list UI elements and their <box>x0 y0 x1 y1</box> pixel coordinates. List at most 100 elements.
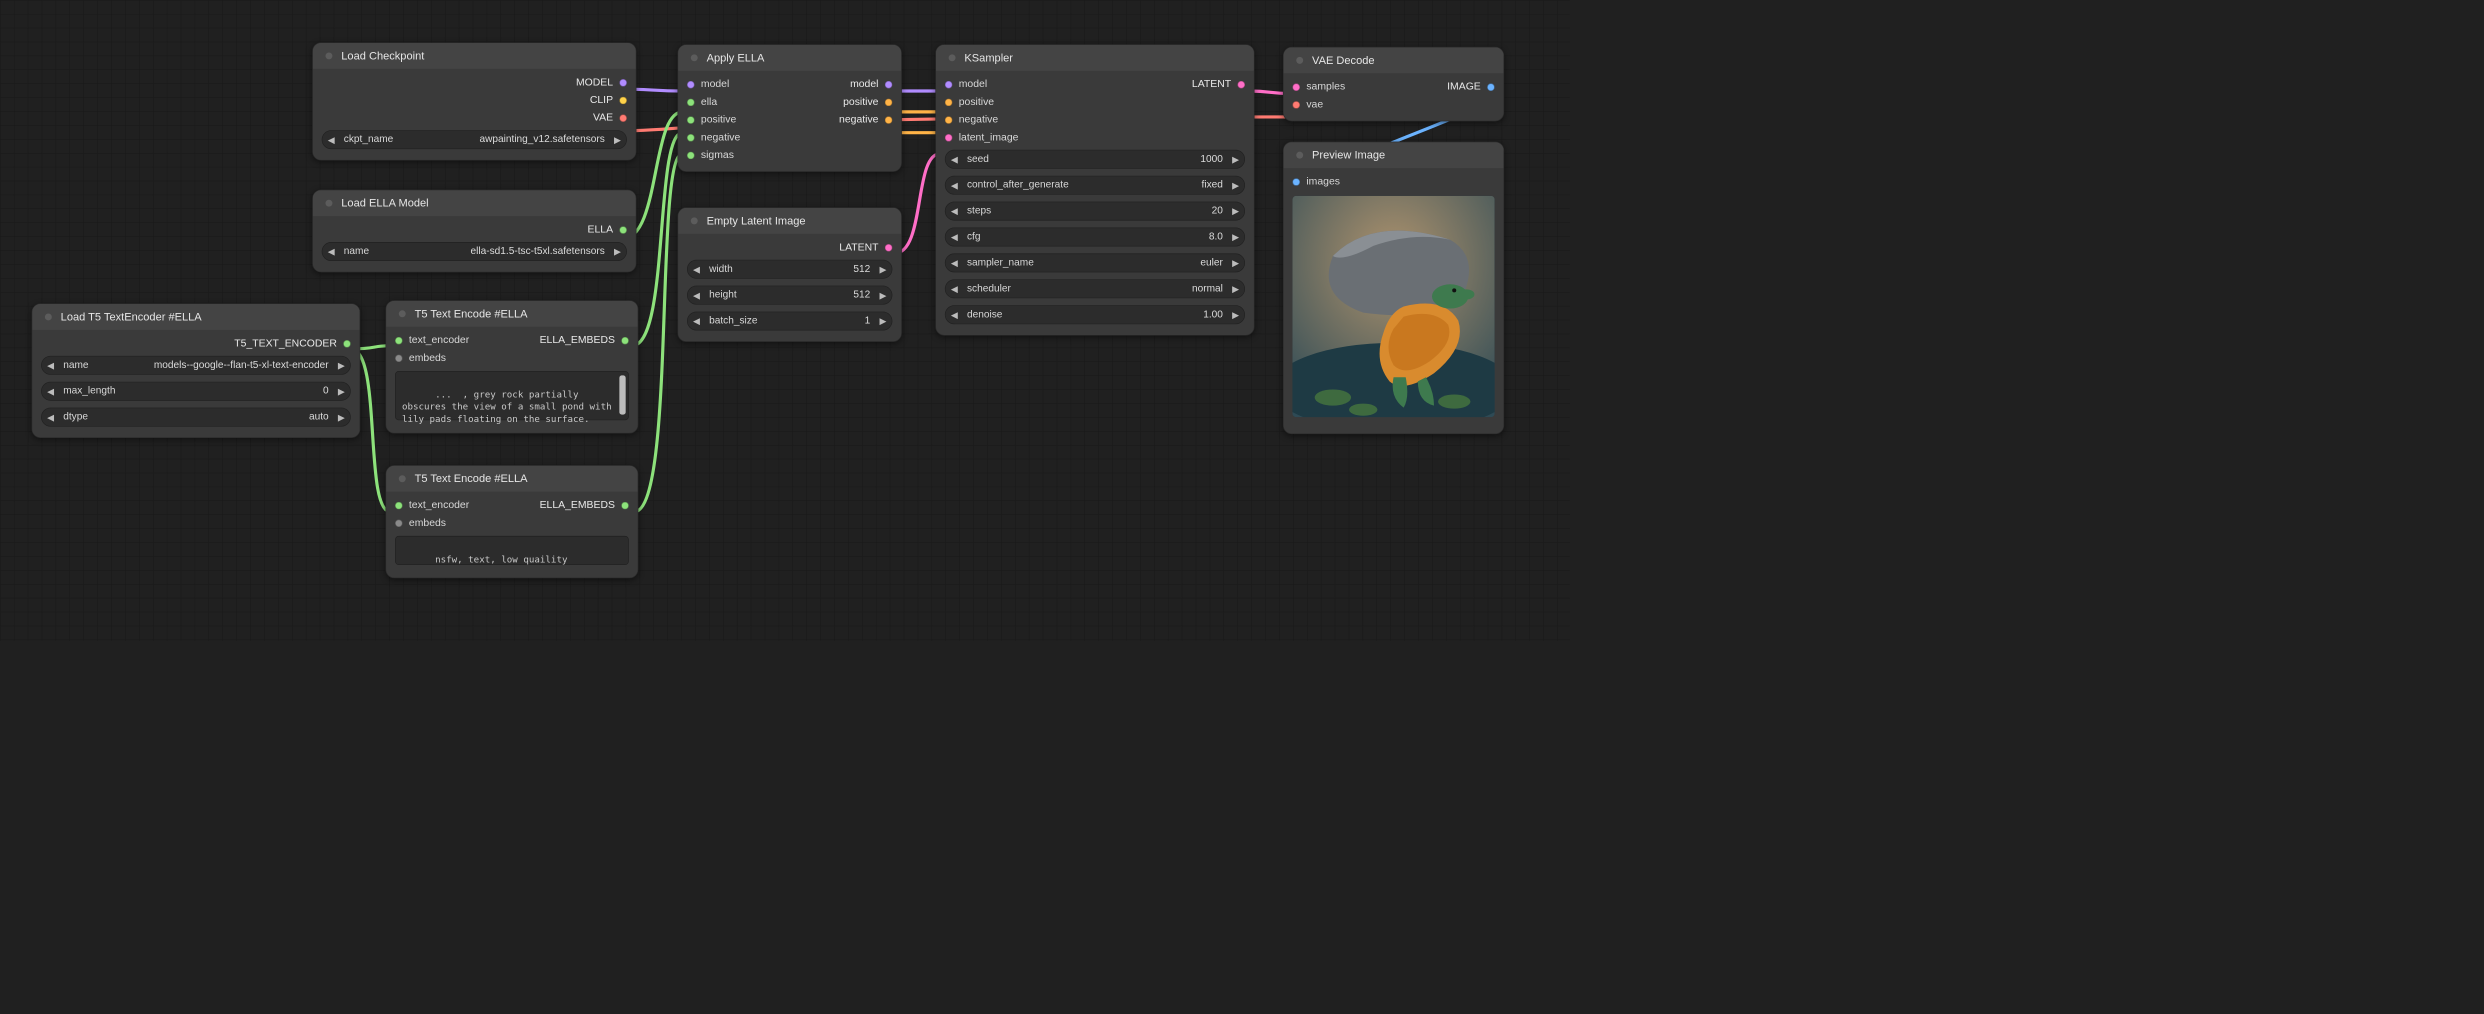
port-positive-out[interactable] <box>885 98 893 106</box>
port-vae-out[interactable] <box>619 114 627 122</box>
arrow-right-icon[interactable]: ▶ <box>1227 180 1245 191</box>
node-vae-decode[interactable]: VAE Decode samples IMAGE vae <box>1283 47 1504 122</box>
port-images-in[interactable] <box>1292 178 1300 186</box>
widget-control-after-generate[interactable]: ◀control_after_generatefixed▶ <box>945 176 1245 195</box>
node-load-ella[interactable]: Load ELLA Model ELLA ◀ name ella-sd1.5-t… <box>312 190 636 273</box>
widget-height[interactable]: ◀height512▶ <box>687 286 892 305</box>
node-apply-ella[interactable]: Apply ELLA model model ella positive pos… <box>678 44 902 172</box>
arrow-left-icon[interactable]: ◀ <box>688 264 706 275</box>
widget-seed[interactable]: ◀seed1000▶ <box>945 150 1245 169</box>
port-positive-in[interactable] <box>687 116 695 124</box>
arrow-left-icon[interactable]: ◀ <box>945 258 963 269</box>
port-embeds-in[interactable] <box>395 519 403 527</box>
arrow-right-icon[interactable]: ▶ <box>874 316 892 327</box>
arrow-right-icon[interactable]: ▶ <box>874 264 892 275</box>
node-t5-encode-negative[interactable]: T5 Text Encode #ELLA text_encoder ELLA_E… <box>386 465 639 578</box>
arrow-left-icon[interactable]: ◀ <box>688 290 706 301</box>
arrow-right-icon[interactable]: ▶ <box>1227 309 1245 320</box>
port-positive-in[interactable] <box>945 98 953 106</box>
node-header[interactable]: Load ELLA Model <box>313 190 636 216</box>
arrow-right-icon[interactable]: ▶ <box>609 246 627 257</box>
port-ella-out[interactable] <box>619 226 627 234</box>
widget-sampler-name[interactable]: ◀sampler_nameeuler▶ <box>945 253 1245 272</box>
widget-batch-size[interactable]: ◀batch_size1▶ <box>687 312 892 331</box>
node-header[interactable]: Preview Image <box>1284 142 1504 168</box>
node-load-t5[interactable]: Load T5 TextEncoder #ELLA T5_TEXT_ENCODE… <box>32 303 361 438</box>
node-graph-canvas[interactable]: Load Checkpoint MODEL CLIP VAE ◀ ckpt_na… <box>0 0 1570 641</box>
arrow-left-icon[interactable]: ◀ <box>945 283 963 294</box>
node-load-checkpoint[interactable]: Load Checkpoint MODEL CLIP VAE ◀ ckpt_na… <box>312 42 636 160</box>
node-header[interactable]: T5 Text Encode #ELLA <box>386 301 638 327</box>
node-header[interactable]: Load Checkpoint <box>313 43 636 69</box>
arrow-right-icon[interactable]: ▶ <box>1227 232 1245 243</box>
node-title: Load ELLA Model <box>341 197 428 210</box>
port-negative-in[interactable] <box>945 116 953 124</box>
widget-max-length[interactable]: ◀ max_length 0 ▶ <box>41 382 351 401</box>
node-ksampler[interactable]: KSampler model LATENT positive negative … <box>935 44 1254 335</box>
port-latent-out[interactable] <box>885 244 893 252</box>
port-vae-in[interactable] <box>1292 101 1300 109</box>
widget-denoise[interactable]: ◀denoise1.00▶ <box>945 305 1245 324</box>
arrow-left-icon[interactable]: ◀ <box>945 180 963 191</box>
port-embeds-in[interactable] <box>395 354 403 362</box>
port-samples-in[interactable] <box>1292 83 1300 91</box>
port-ella-embeds-out[interactable] <box>621 337 629 345</box>
port-model-out[interactable] <box>619 79 627 87</box>
node-header[interactable]: T5 Text Encode #ELLA <box>386 466 638 492</box>
arrow-right-icon[interactable]: ▶ <box>332 386 350 397</box>
port-latent-out[interactable] <box>1237 81 1245 89</box>
node-title: Apply ELLA <box>707 51 765 64</box>
arrow-left-icon[interactable]: ◀ <box>945 309 963 320</box>
port-clip-out[interactable] <box>619 96 627 104</box>
prompt-textarea[interactable]: ... , grey rock partially obscures the v… <box>395 371 629 420</box>
node-header[interactable]: KSampler <box>936 45 1254 71</box>
arrow-left-icon[interactable]: ◀ <box>42 412 60 423</box>
port-sigmas-in[interactable] <box>687 151 695 159</box>
port-model-in[interactable] <box>687 81 695 89</box>
port-negative-out[interactable] <box>885 116 893 124</box>
widget-scheduler[interactable]: ◀schedulernormal▶ <box>945 279 1245 298</box>
arrow-right-icon[interactable]: ▶ <box>1227 258 1245 269</box>
arrow-right-icon[interactable]: ▶ <box>332 412 350 423</box>
arrow-right-icon[interactable]: ▶ <box>874 290 892 301</box>
widget-t5-name[interactable]: ◀ name models--google--flan-t5-xl-text-e… <box>41 356 351 375</box>
arrow-right-icon[interactable]: ▶ <box>1227 154 1245 165</box>
widget-ckpt-name[interactable]: ◀ ckpt_name awpainting_v12.safetensors ▶ <box>322 130 627 149</box>
widget-steps[interactable]: ◀steps20▶ <box>945 202 1245 221</box>
arrow-left-icon[interactable]: ◀ <box>42 360 60 371</box>
arrow-left-icon[interactable]: ◀ <box>945 232 963 243</box>
node-empty-latent[interactable]: Empty Latent Image LATENT ◀width512▶ ◀he… <box>678 207 902 342</box>
port-model-out[interactable] <box>885 81 893 89</box>
arrow-left-icon[interactable]: ◀ <box>945 206 963 217</box>
port-image-out[interactable] <box>1487 83 1495 91</box>
prompt-textarea[interactable]: nsfw, text, low quaility <box>395 536 629 565</box>
port-text-encoder-in[interactable] <box>395 337 403 345</box>
port-latent-in[interactable] <box>945 134 953 142</box>
arrow-right-icon[interactable]: ▶ <box>1227 206 1245 217</box>
node-header[interactable]: Load T5 TextEncoder #ELLA <box>32 304 359 330</box>
arrow-left-icon[interactable]: ◀ <box>42 386 60 397</box>
arrow-left-icon[interactable]: ◀ <box>322 246 340 257</box>
widget-cfg[interactable]: ◀cfg8.0▶ <box>945 228 1245 247</box>
node-header[interactable]: Apply ELLA <box>678 45 901 71</box>
port-t5-out[interactable] <box>343 340 351 348</box>
port-ella-in[interactable] <box>687 98 695 106</box>
arrow-right-icon[interactable]: ▶ <box>332 360 350 371</box>
scrollbar[interactable] <box>619 375 625 414</box>
arrow-left-icon[interactable]: ◀ <box>322 134 340 145</box>
port-negative-in[interactable] <box>687 134 695 142</box>
widget-width[interactable]: ◀width512▶ <box>687 260 892 279</box>
port-model-in[interactable] <box>945 81 953 89</box>
widget-ella-name[interactable]: ◀ name ella-sd1.5-tsc-t5xl.safetensors ▶ <box>322 242 627 261</box>
node-header[interactable]: Empty Latent Image <box>678 208 901 234</box>
arrow-right-icon[interactable]: ▶ <box>1227 283 1245 294</box>
port-text-encoder-in[interactable] <box>395 501 403 509</box>
arrow-left-icon[interactable]: ◀ <box>945 154 963 165</box>
node-header[interactable]: VAE Decode <box>1284 47 1504 73</box>
arrow-right-icon[interactable]: ▶ <box>609 134 627 145</box>
arrow-left-icon[interactable]: ◀ <box>688 316 706 327</box>
node-t5-encode-positive[interactable]: T5 Text Encode #ELLA text_encoder ELLA_E… <box>386 300 639 433</box>
port-ella-embeds-out[interactable] <box>621 501 629 509</box>
node-preview-image[interactable]: Preview Image images <box>1283 142 1504 435</box>
widget-dtype[interactable]: ◀ dtype auto ▶ <box>41 408 351 427</box>
